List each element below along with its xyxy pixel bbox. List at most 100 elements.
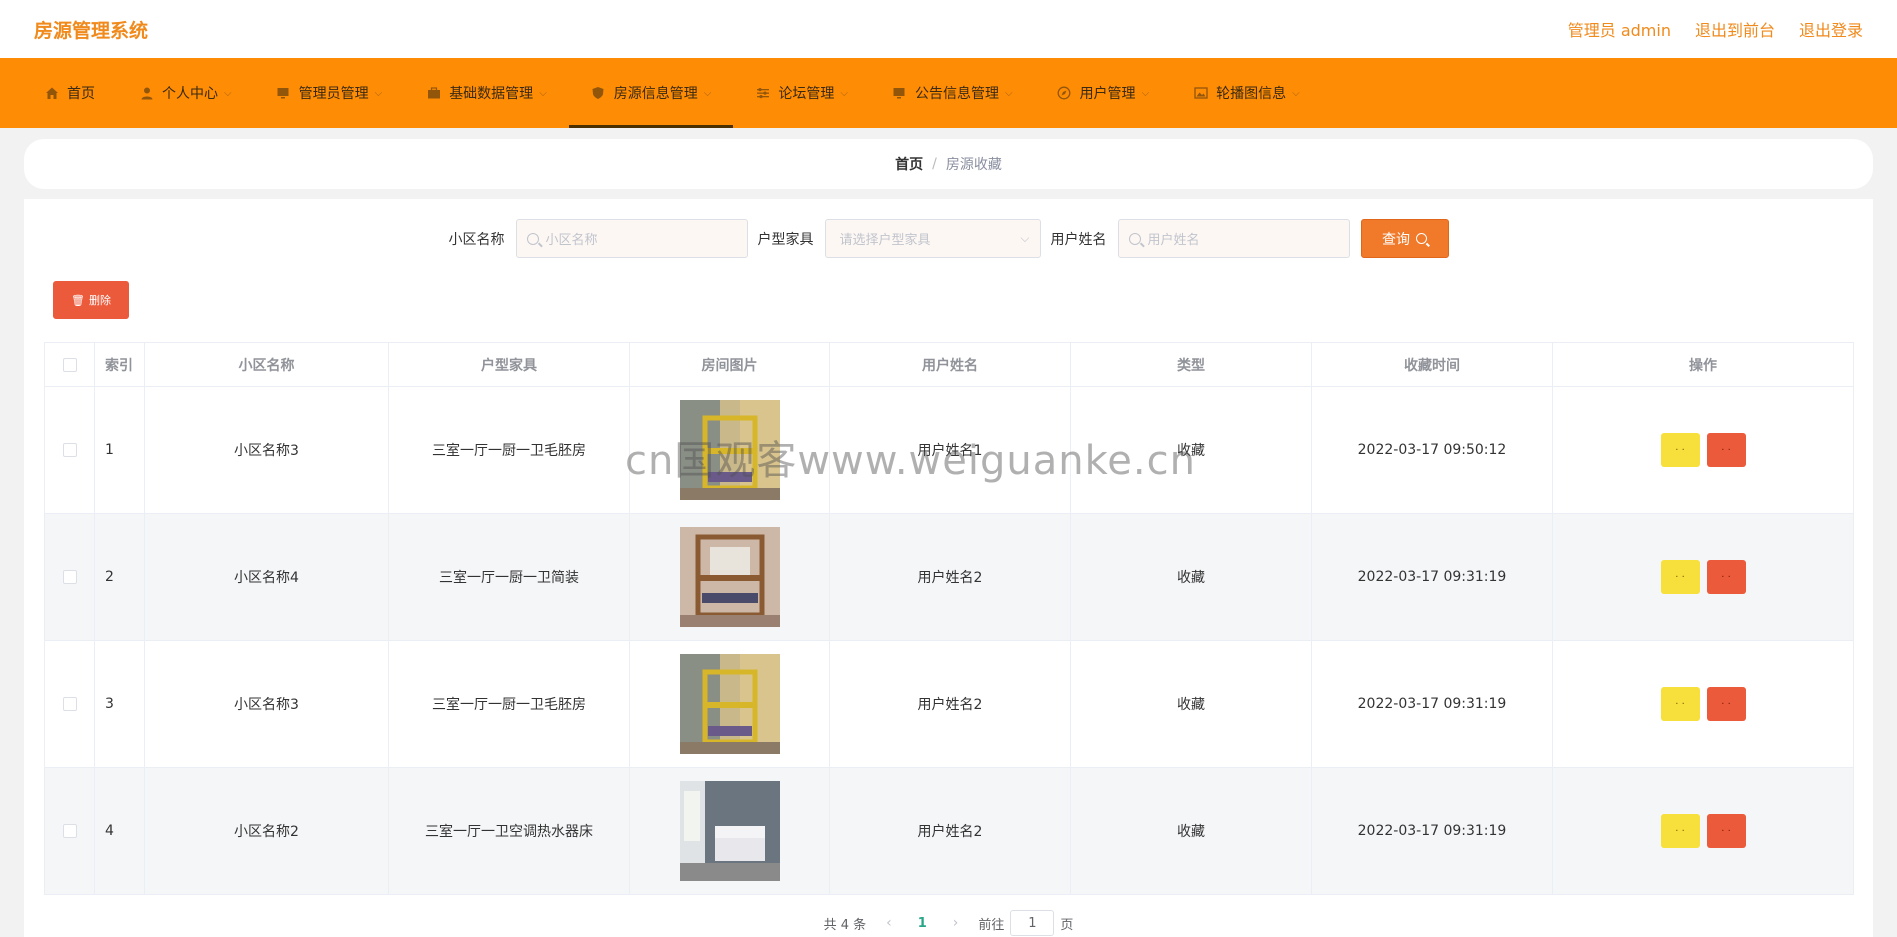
chevron-down-icon: ⌵ — [539, 87, 547, 99]
table-row: 1 小区名称3 三室一厅一厨一卫毛胚房 用户姓名1 收藏 2022-03-17 … — [44, 386, 1854, 514]
cell-username: 用户姓名2 — [829, 767, 1071, 895]
edit-button[interactable]: · · — [1660, 814, 1700, 848]
home-icon — [44, 86, 59, 101]
header-type: 类型 — [1070, 342, 1312, 387]
room-image[interactable] — [679, 781, 780, 881]
select-all-cell — [44, 342, 95, 387]
pagination-total: 共 4 条 — [823, 917, 867, 933]
chevron-down-icon: ⌵ — [374, 87, 383, 99]
nav-item-carousel[interactable]: 轮播图信息 ⌵ — [1171, 58, 1322, 128]
delete-button[interactable]: 🗑 删除 — [53, 281, 129, 319]
sliders-icon — [755, 86, 770, 101]
header-username: 用户姓名 — [829, 342, 1071, 387]
layout-label: 户型家具 — [757, 231, 814, 248]
nav-label: 公告信息管理 — [914, 86, 999, 102]
cell-community: 小区名称3 — [144, 386, 389, 514]
nav-label: 轮播图信息 — [1216, 86, 1287, 102]
chevron-down-icon: ⌵ — [1292, 87, 1300, 99]
select-all-checkbox[interactable] — [62, 357, 77, 372]
compass-icon — [1057, 86, 1072, 101]
breadcrumb: 首页 / 房源收藏 — [24, 139, 1873, 189]
nav-item-forum[interactable]: 论坛管理 ⌵ — [733, 58, 870, 128]
cell-community: 小区名称2 — [144, 767, 389, 895]
page-number[interactable]: 1 — [912, 916, 933, 931]
header-actions: 操作 — [1552, 342, 1854, 387]
row-checkbox[interactable] — [62, 824, 77, 838]
row-delete-button[interactable]: · · — [1706, 560, 1746, 594]
cell-community: 小区名称4 — [144, 513, 389, 641]
monitor-icon — [892, 86, 907, 101]
chevron-down-icon: ⌵ — [1141, 87, 1150, 99]
main-nav: 首页 个人中心 ⌵ 管理员管理 ⌵ 基础数据管理 ⌵ 房源信息管理 ⌵ 论坛管理… — [0, 58, 1897, 128]
chevron-down-icon: ⌵ — [224, 87, 232, 99]
room-image[interactable] — [679, 527, 780, 627]
nav-item-users[interactable]: 用户管理 ⌵ — [1035, 58, 1172, 128]
edit-button[interactable]: · · — [1660, 687, 1700, 721]
chevron-down-icon: ⌵ — [703, 87, 712, 99]
logout-link[interactable]: 退出登录 — [1799, 17, 1863, 41]
image-icon — [1193, 86, 1208, 101]
nav-item-admin[interactable]: 管理员管理 ⌵ — [254, 58, 405, 128]
row-delete-button[interactable]: · · — [1706, 814, 1746, 848]
cell-type: 收藏 — [1070, 513, 1312, 641]
cell-layout: 三室一厅一厨一卫毛胚房 — [388, 386, 630, 514]
nav-item-listings[interactable]: 房源信息管理 ⌵ — [568, 58, 734, 128]
chevron-left-icon[interactable]: ‹ — [880, 915, 898, 931]
nav-label: 首页 — [67, 86, 95, 102]
username-input[interactable]: 用户姓名 — [1117, 219, 1350, 258]
cell-layout: 三室一厅一厨一卫简装 — [388, 513, 630, 641]
nav-item-base-data[interactable]: 基础数据管理 ⌵ — [404, 58, 569, 128]
cell-index: 4 — [94, 767, 145, 895]
nav-item-home[interactable]: 首页 — [22, 58, 117, 128]
user-icon — [139, 86, 154, 101]
layout-select[interactable]: 请选择户型家具 ⌵ — [824, 219, 1041, 258]
goto-group: 前往 页 — [978, 910, 1073, 936]
to-front-link[interactable]: 退出到前台 — [1695, 17, 1775, 41]
monitor-icon — [276, 86, 291, 101]
search-icon — [1416, 233, 1427, 244]
row-delete-button[interactable]: · · — [1706, 687, 1746, 721]
cell-time: 2022-03-17 09:50:12 — [1311, 386, 1553, 514]
cell-time: 2022-03-17 09:31:19 — [1311, 513, 1553, 641]
room-image[interactable] — [679, 654, 780, 754]
cell-time: 2022-03-17 09:31:19 — [1311, 640, 1553, 768]
header-links: 管理员 admin 退出到前台 退出登录 — [1568, 17, 1863, 41]
cell-type: 收藏 — [1070, 767, 1312, 895]
breadcrumb-home[interactable]: 首页 — [895, 154, 923, 174]
top-header: 房源管理系统 管理员 admin 退出到前台 退出登录 — [0, 0, 1897, 58]
goto-input[interactable] — [1010, 910, 1055, 936]
header-layout: 户型家具 — [388, 342, 630, 387]
cell-layout: 三室一厅一厨一卫毛胚房 — [388, 640, 630, 768]
nav-label: 房源信息管理 — [613, 86, 698, 102]
admin-link[interactable]: 管理员 admin — [1568, 17, 1671, 41]
row-checkbox[interactable] — [62, 697, 77, 711]
edit-button[interactable]: · · — [1660, 560, 1700, 594]
nav-label: 用户管理 — [1079, 86, 1136, 102]
nav-label: 论坛管理 — [778, 86, 835, 102]
cell-community: 小区名称3 — [144, 640, 389, 768]
nav-item-notice[interactable]: 公告信息管理 ⌵ — [870, 58, 1035, 128]
edit-button[interactable]: · · — [1660, 433, 1700, 467]
row-checkbox[interactable] — [62, 443, 77, 457]
chevron-right-icon[interactable]: › — [947, 915, 965, 931]
pagination: 共 4 条 ‹ 1 › 前往 页 — [24, 910, 1873, 936]
community-label: 小区名称 — [448, 231, 505, 248]
cell-index: 2 — [94, 513, 145, 641]
community-input[interactable]: 小区名称 — [515, 219, 748, 258]
chevron-down-icon: ⌵ — [840, 87, 848, 99]
header-index: 索引 — [94, 342, 145, 387]
nav-item-profile[interactable]: 个人中心 ⌵ — [117, 58, 254, 128]
brand-title: 房源管理系统 — [34, 19, 149, 42]
chevron-down-icon: ⌵ — [1004, 87, 1013, 99]
cell-layout: 三室一厅一卫空调热水器床 — [388, 767, 630, 895]
breadcrumb-separator: / — [932, 156, 937, 172]
cell-username: 用户姓名2 — [829, 513, 1071, 641]
cell-username: 用户姓名1 — [829, 386, 1071, 514]
query-button[interactable]: 查询 — [1360, 219, 1449, 258]
nav-label: 管理员管理 — [298, 86, 369, 102]
favorites-table: 索引 小区名称 户型家具 房间图片 用户姓名 类型 收藏时间 操作 1 小区名称… — [44, 342, 1854, 895]
header-image: 房间图片 — [629, 342, 830, 387]
row-checkbox[interactable] — [62, 570, 77, 584]
room-image[interactable] — [679, 400, 780, 500]
row-delete-button[interactable]: · · — [1706, 433, 1746, 467]
